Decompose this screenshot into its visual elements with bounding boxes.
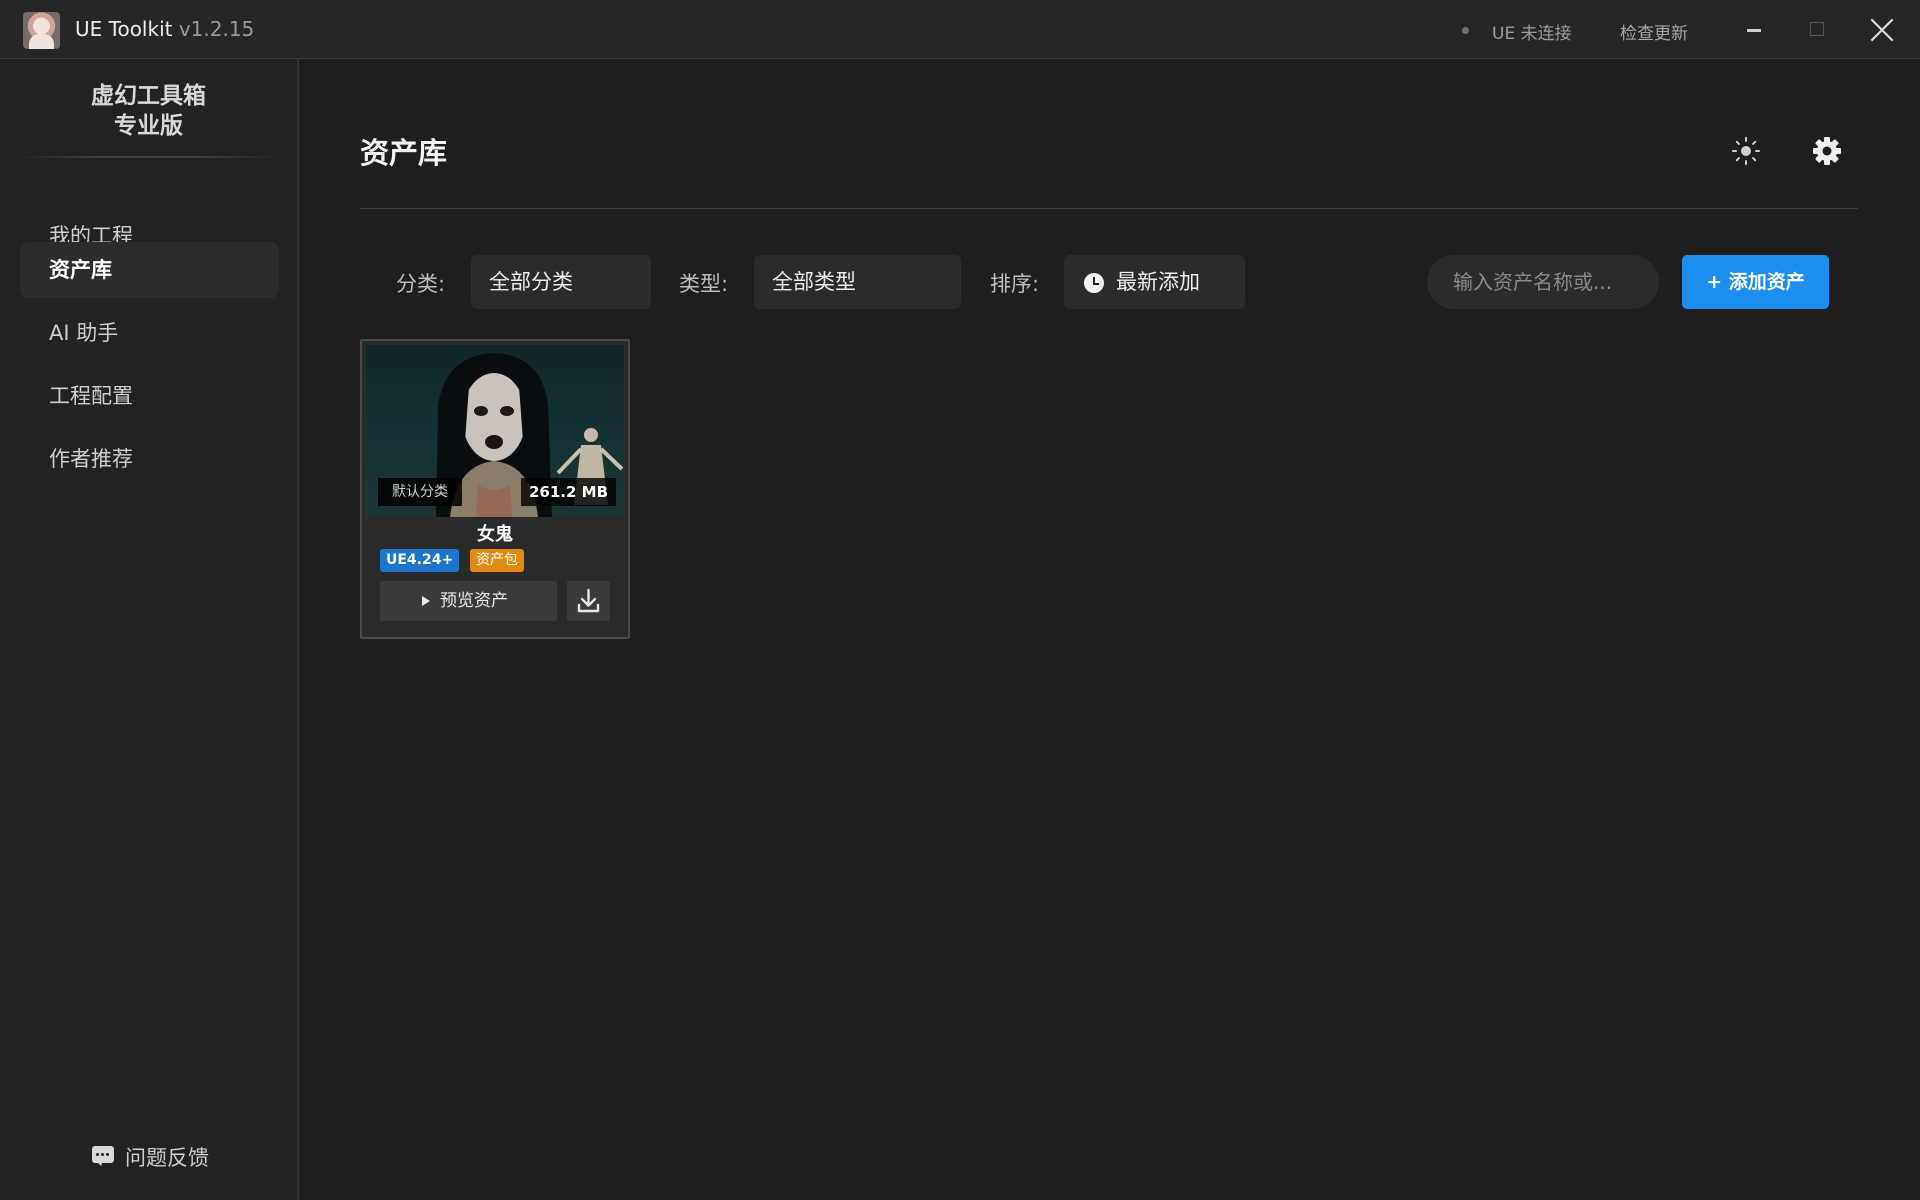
sidebar-item-project-config[interactable]: 工程配置 — [20, 368, 279, 424]
brand-title: 虚幻工具箱 — [91, 83, 206, 109]
type-filter-label: 类型: — [679, 272, 729, 296]
preview-asset-label: 预览资产 — [440, 591, 508, 611]
sun-icon — [1732, 137, 1760, 165]
asset-category-tag: 默认分类 — [378, 478, 462, 506]
sidebar-item-asset-library[interactable]: 资产库 — [20, 242, 279, 298]
sidebar-divider — [18, 156, 280, 158]
feedback-label: 问题反馈 — [125, 1146, 209, 1170]
play-icon — [422, 596, 430, 606]
settings-button[interactable] — [1811, 135, 1843, 167]
category-filter-label: 分类: — [396, 272, 446, 296]
asset-name: 女鬼 — [477, 524, 513, 545]
title-bar: UE Toolkit v1.2.15 UE 未连接 检查更新 — [0, 0, 1920, 59]
sort-select-value: 最新添加 — [1116, 270, 1200, 294]
connection-status-text: UE 未连接 — [1492, 24, 1572, 44]
theme-toggle-button[interactable] — [1731, 136, 1761, 166]
asset-thumbnail: 默认分类 261.2 MB — [366, 345, 624, 517]
chat-icon — [92, 1146, 114, 1166]
app-name: UE Toolkit — [75, 17, 173, 41]
check-update-button[interactable]: 检查更新 — [1620, 19, 1688, 44]
add-asset-button[interactable]: + 添加资产 — [1682, 255, 1829, 309]
connection-status-dot — [1462, 27, 1469, 34]
app-version: v1.2.15 — [178, 17, 255, 41]
clock-icon — [1084, 273, 1104, 293]
app-logo-icon — [23, 12, 60, 49]
header-divider — [360, 208, 1858, 209]
brand-subtitle: 专业版 — [114, 113, 183, 139]
sort-label: 排序: — [990, 272, 1040, 296]
download-icon — [577, 588, 600, 613]
sidebar: 虚幻工具箱 专业版 我的工程 资产库 AI 助手 工程配置 作者推荐 问题反馈 — [0, 59, 299, 1200]
maximize-icon[interactable] — [1810, 22, 1824, 36]
gear-icon — [1813, 137, 1841, 165]
sort-select[interactable]: 最新添加 — [1064, 255, 1245, 309]
sidebar-item-ai-assistant[interactable]: AI 助手 — [20, 305, 279, 361]
app-title: UE Toolkit v1.2.15 — [75, 17, 254, 41]
category-select[interactable]: 全部分类 — [471, 255, 651, 309]
page-title: 资产库 — [360, 136, 448, 170]
engine-version-badge: UE4.24+ — [380, 549, 460, 572]
sidebar-item-author-recommend[interactable]: 作者推荐 — [20, 431, 279, 487]
download-button[interactable] — [567, 581, 610, 621]
asset-size-tag: 261.2 MB — [520, 478, 616, 506]
minimize-icon[interactable] — [1747, 29, 1761, 32]
type-select[interactable]: 全部类型 — [754, 255, 961, 309]
asset-type-badge: 资产包 — [470, 549, 524, 572]
asset-card[interactable]: 默认分类 261.2 MB 女鬼 UE4.24+ 资产包 预览资产 — [360, 339, 630, 639]
close-icon[interactable] — [1867, 15, 1897, 45]
preview-asset-button[interactable]: 预览资产 — [380, 581, 557, 621]
asset-search-input[interactable] — [1427, 255, 1659, 309]
